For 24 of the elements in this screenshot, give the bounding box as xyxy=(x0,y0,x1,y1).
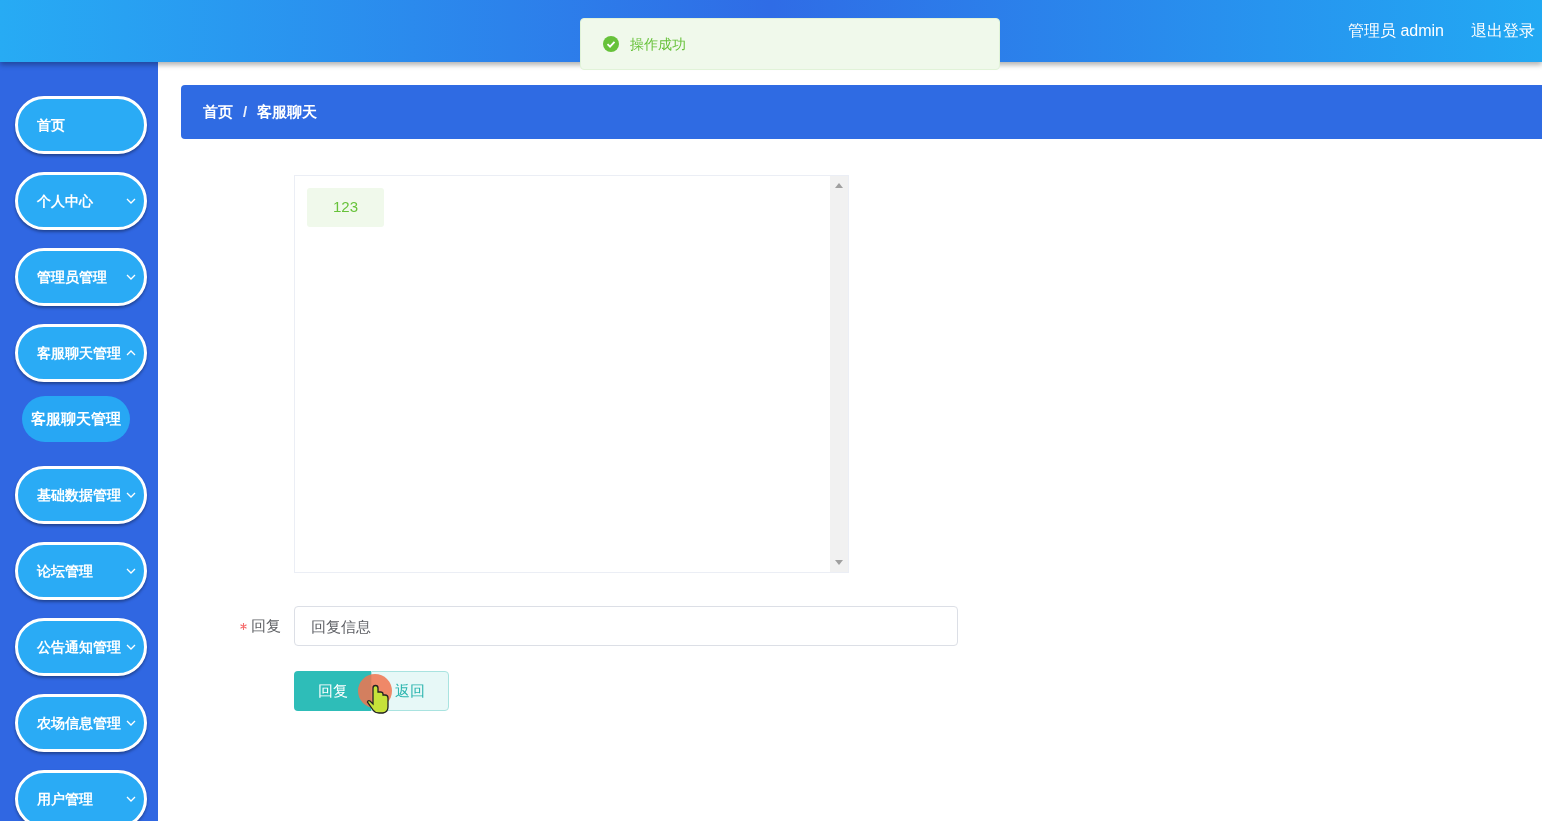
sidebar-menu-item[interactable]: 首页 xyxy=(15,96,147,154)
sidebar-menu-item[interactable]: 论坛管理 xyxy=(15,542,147,600)
logout-link[interactable]: 退出登录 xyxy=(1471,19,1535,43)
sidebar-menu-item[interactable]: 基础数据管理 xyxy=(15,466,147,524)
sidebar-menu-item[interactable]: 公告通知管理 xyxy=(15,618,147,676)
sidebar-menu-item[interactable]: 客服聊天管理 xyxy=(15,324,147,382)
scroll-down-icon[interactable] xyxy=(835,560,843,565)
sidebar-menu-item[interactable]: 用户管理 xyxy=(15,770,147,821)
scroll-up-icon[interactable] xyxy=(835,183,843,188)
reply-input[interactable]: 回复信息 xyxy=(294,606,958,646)
sidebar-menu-item[interactable]: 个人中心 xyxy=(15,172,147,230)
reply-label: 回复 xyxy=(251,615,281,636)
chat-message: 123 xyxy=(307,188,384,227)
breadcrumb-link[interactable]: 首页 xyxy=(203,100,233,124)
toast-text: 操作成功 xyxy=(630,34,686,54)
scrollbar[interactable] xyxy=(830,176,848,572)
breadcrumb-current: 客服聊天 xyxy=(257,101,318,122)
sidebar-menu-item[interactable]: 农场信息管理 xyxy=(15,694,147,752)
breadcrumb-separator: / xyxy=(243,101,248,122)
sidebar-menu-item[interactable]: 管理员管理 xyxy=(15,248,147,306)
sidebar-submenu-item[interactable]: 客服聊天管理 xyxy=(22,396,130,442)
check-circle-icon xyxy=(603,36,619,52)
user-label: 管理员 admin xyxy=(1347,21,1444,41)
hand-cursor-icon xyxy=(358,674,392,714)
